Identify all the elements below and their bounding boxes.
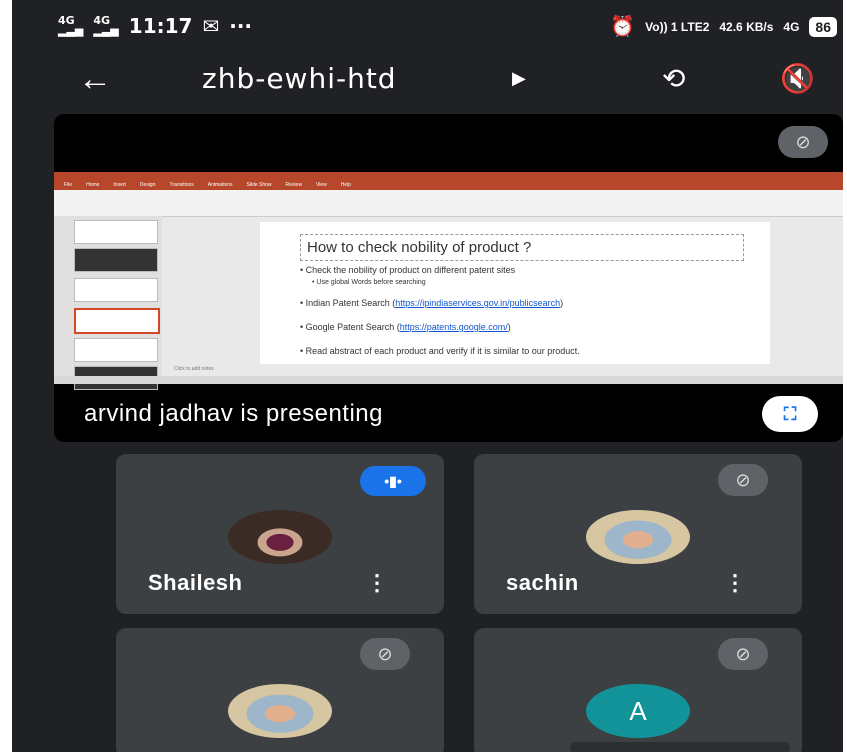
- net1-label: 4G: [58, 14, 75, 27]
- bullet-text: Check the nobility of product on differe…: [305, 265, 516, 275]
- ppt-tab: Insert: [113, 182, 126, 188]
- mic-off-icon: ⊘: [718, 464, 768, 496]
- notes-placeholder: Click to add notes: [174, 366, 214, 372]
- bullet-text: ): [507, 322, 511, 332]
- slide-thumb-selected: [74, 308, 160, 334]
- shared-powerpoint: File Home Insert Design Transitions Anim…: [54, 172, 843, 390]
- ppt-tab: Animations: [207, 182, 233, 188]
- mic-off-icon: ⊘: [778, 126, 828, 158]
- ppt-tab: Transitions: [169, 182, 194, 188]
- mic-off-icon: ⊘: [718, 638, 768, 670]
- clock: 11:17: [128, 14, 193, 38]
- slide-thumb: [74, 248, 158, 272]
- meeting-code[interactable]: zhb-ewhi-htd: [202, 62, 397, 95]
- ppt-status-bar: [54, 376, 843, 384]
- participant-tile[interactable]: ⊘ A: [474, 628, 802, 752]
- ppt-ribbon: [54, 190, 843, 217]
- avatar: A: [586, 684, 690, 738]
- presentation-panel: ⊘ File Home Insert Design Transitions An…: [54, 114, 843, 442]
- slide-thumb: [74, 278, 158, 302]
- slide-thumb: [74, 220, 158, 244]
- sub-bullet-text: Use global Words before searching: [316, 279, 426, 286]
- current-slide: How to check nobility of product ? • Che…: [260, 222, 770, 364]
- status-bar: 4G ▂▃▅ 4G ▂▃▅ 11:17 ✉ ··· ⏰ Vo)) 1 LTE2 42…: [12, 0, 843, 52]
- participant-tile[interactable]: ⊘: [116, 628, 444, 752]
- bullet-item: • Check the nobility of product on diffe…: [300, 265, 516, 275]
- avatar: [586, 510, 690, 564]
- bottom-sheet-handle[interactable]: [570, 742, 790, 752]
- ppt-tab: Help: [340, 182, 351, 188]
- slide-bullets: • Check the nobility of product on diffe…: [300, 262, 580, 359]
- speaker-off-icon[interactable]: 🔇: [780, 62, 815, 95]
- signal-2: 4G ▂▃▅: [93, 14, 119, 37]
- participant-name: Shailesh: [148, 570, 243, 595]
- alarm-icon: ⏰: [610, 16, 636, 38]
- mail-icon: ✉: [202, 14, 220, 38]
- bullet-text: Google Patent Search (: [305, 322, 400, 332]
- participant-tile[interactable]: •▮• Shailesh ⋮: [116, 454, 444, 614]
- volte-label: Vo)) 1 LTE2: [645, 19, 710, 34]
- status-right: ⏰ Vo)) 1 LTE2 42.6 KB/s 4G 86: [610, 14, 837, 39]
- ppt-tab: Home: [86, 182, 100, 188]
- presenting-label: arvind jadhav is presenting: [84, 400, 384, 427]
- participant-name: sachin: [506, 570, 579, 595]
- app-bar: ← zhb-ewhi-htd ▶ ⟲ 🔇: [12, 52, 843, 108]
- status-left: 4G ▂▃▅ 4G ▂▃▅ 11:17 ✉ ···: [58, 14, 252, 38]
- meeting-info-caret-icon[interactable]: ▶: [512, 68, 526, 89]
- net-right-label: 4G: [783, 19, 800, 34]
- audio-wave-icon: •▮•: [360, 466, 426, 496]
- ppt-tab: Review: [285, 182, 302, 188]
- bullet-text: Read abstract of each product and verify…: [305, 346, 580, 356]
- ppt-tab: File: [64, 182, 73, 188]
- battery-indicator: 86: [809, 16, 837, 37]
- speed-label: 42.6 KB/s: [719, 19, 774, 34]
- signal-1: 4G ▂▃▅: [58, 14, 84, 37]
- ppt-tabs: File Home Insert Design Transitions Anim…: [54, 182, 843, 190]
- net2-label: 4G: [93, 14, 111, 27]
- bullet-text: ): [560, 298, 564, 308]
- more-vert-icon[interactable]: ⋮: [724, 570, 746, 596]
- more-notifications: ···: [229, 14, 253, 38]
- mic-off-icon: ⊘: [360, 638, 410, 670]
- participant-tile[interactable]: ⊘ sachin ⋮: [474, 454, 802, 614]
- bullet-item: • Google Patent Search (https://patents.…: [300, 322, 511, 332]
- bullet-item: • Read abstract of each product and veri…: [300, 346, 580, 356]
- bullet-item: • Indian Patent Search (https://ipindias…: [300, 298, 564, 308]
- bullet-text: Indian Patent Search (: [305, 298, 396, 308]
- ppt-tab: View: [315, 182, 327, 188]
- ppt-tab: Design: [139, 182, 156, 188]
- sub-bullet-item: • Use global Words before searching: [312, 279, 426, 286]
- slide-thumb: [74, 338, 158, 362]
- avatar: [228, 684, 332, 738]
- google-patents-link: https://patents.google.com/: [399, 322, 508, 332]
- switch-camera-icon[interactable]: ⟲: [662, 62, 685, 95]
- ipindia-link: https://ipindiaservices.gov.in/publicsea…: [395, 298, 561, 308]
- back-arrow-icon[interactable]: ←: [78, 60, 112, 99]
- slide-thumbnails: [54, 216, 162, 390]
- slide-title: How to check nobility of product ?: [300, 234, 744, 261]
- more-vert-icon[interactable]: ⋮: [366, 570, 388, 596]
- avatar: [228, 510, 332, 564]
- ppt-title-bar: [54, 172, 843, 182]
- fullscreen-icon[interactable]: ⛶: [762, 396, 818, 432]
- ppt-tab: Slide Show: [246, 182, 272, 188]
- meet-screen: 4G ▂▃▅ 4G ▂▃▅ 11:17 ✉ ··· ⏰ Vo)) 1 LTE2 42…: [12, 0, 843, 752]
